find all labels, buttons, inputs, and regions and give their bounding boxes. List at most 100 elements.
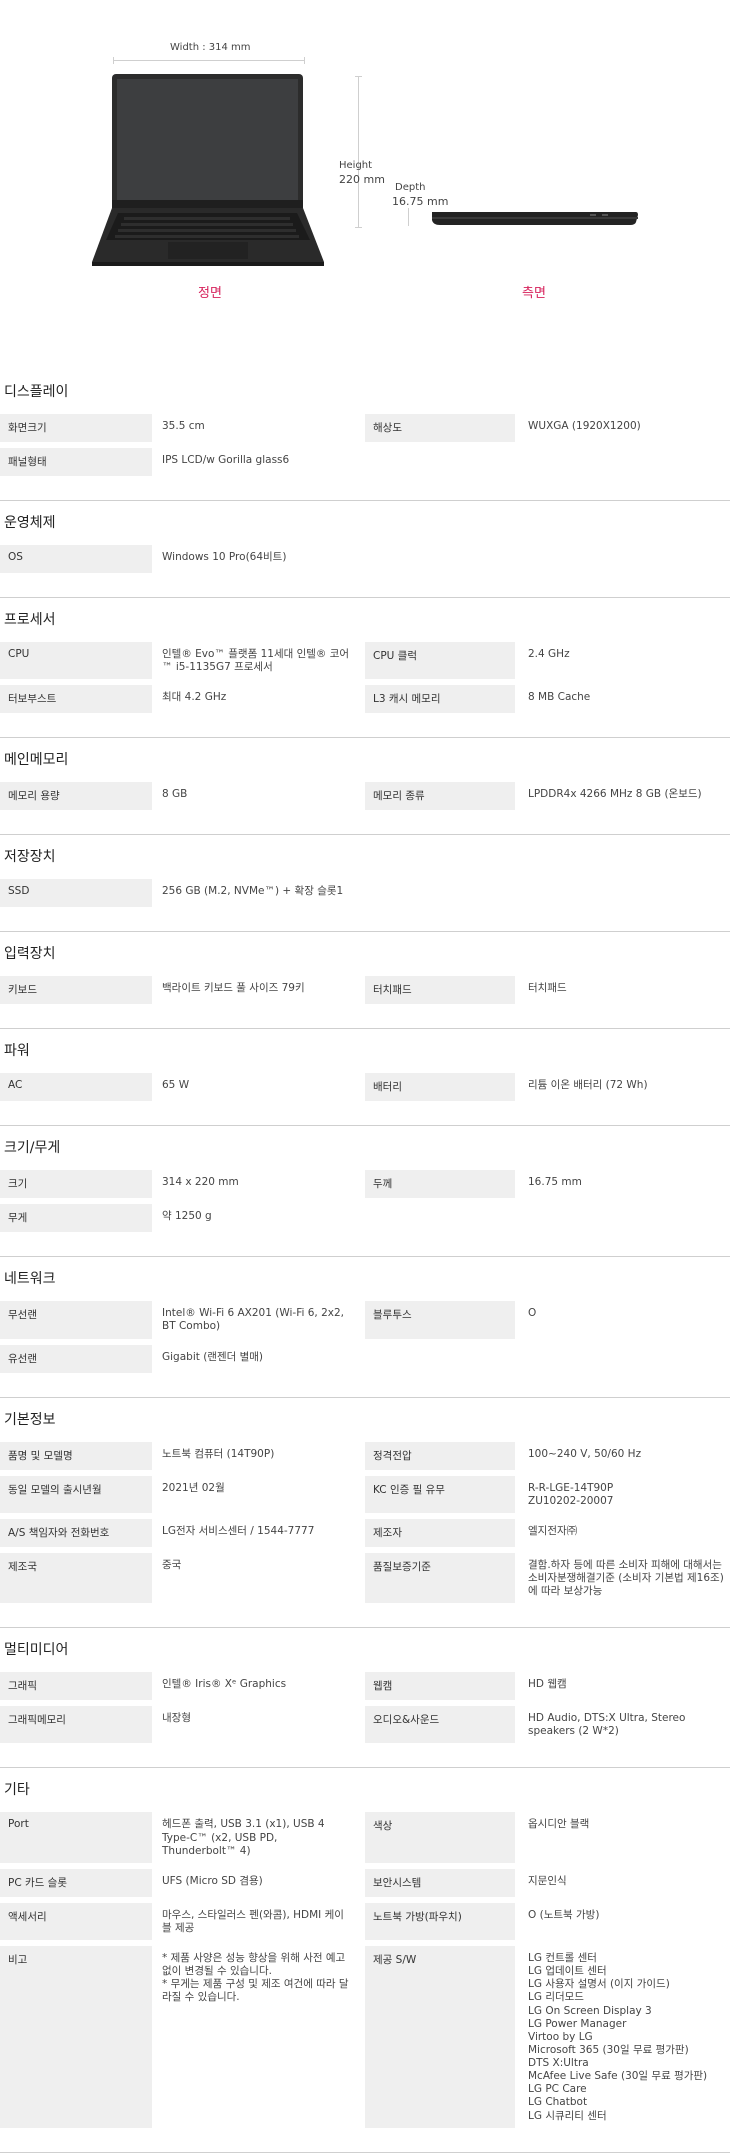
spec-row: 터보부스트 최대 4.2 GHz L3 캐시 메모리 8 MB Cache bbox=[0, 685, 730, 714]
laptop-front-image bbox=[92, 74, 324, 266]
section-title: 메인메모리 bbox=[4, 752, 69, 769]
spec-label: 액세서리 bbox=[0, 1902, 152, 1940]
section-title: 기본정보 bbox=[4, 1411, 56, 1428]
spec-label: 배터리 bbox=[365, 1073, 515, 1102]
spec-table: 디스플레이화면크기 35.5 cm 해상도 WUXGA (1920X1200) 패널형태… bbox=[0, 370, 730, 2153]
section-title: 프로세서 bbox=[4, 612, 56, 628]
spec-item: AC 65 W bbox=[0, 1073, 365, 1102]
spec-value: HD 웹캠 bbox=[528, 1678, 567, 1691]
spec-label: PC 카드 슬롯 bbox=[0, 1868, 152, 1897]
spec-label: 품질보증기준 bbox=[365, 1552, 515, 1604]
spec-label: 해상도 bbox=[365, 414, 515, 442]
spec-value: 100~240 V, 50/60 Hz bbox=[528, 1447, 642, 1460]
spec-value: 2021년 02월 bbox=[162, 1481, 225, 1494]
section-title: 디스플레이 bbox=[4, 384, 69, 400]
spec-item: 터보부스트 최대 4.2 GHz bbox=[0, 685, 365, 714]
spec-label: 제조자 bbox=[365, 1518, 515, 1547]
spec-value: O bbox=[528, 1307, 537, 1320]
spec-item: 터치패드 터치패드 bbox=[365, 976, 730, 1005]
spec-label: OS bbox=[0, 545, 152, 573]
spec-item: 그래픽메모리 내장형 bbox=[0, 1706, 365, 1744]
spec-item: L3 캐시 메모리 8 MB Cache bbox=[365, 685, 730, 714]
spec-value: 엘지전자㈜ bbox=[528, 1524, 578, 1537]
spec-value: R-R-LGE-14T90P ZU10202-20007 bbox=[528, 1481, 614, 1507]
spec-item: 배터리 리튬 이온 배터리 (72 Wh) bbox=[365, 1073, 730, 1102]
section-title: 파워 bbox=[4, 1043, 30, 1060]
spec-label: 무게 bbox=[0, 1204, 152, 1233]
side-view-label: 측면 bbox=[522, 286, 546, 301]
height-dimension-line bbox=[358, 76, 359, 228]
spec-value: UFS (Micro SD 겸용) bbox=[162, 1874, 263, 1887]
depth-dimension-line bbox=[408, 208, 409, 226]
spec-label: 화면크기 bbox=[0, 414, 152, 442]
spec-item: 메모리 용량 8 GB bbox=[0, 782, 365, 811]
spec-label: CPU bbox=[0, 642, 152, 680]
spec-value: LPDDR4x 4266 MHz 8 GB (온보드) bbox=[528, 788, 702, 801]
spec-item: 해상도 WUXGA (1920X1200) bbox=[365, 414, 730, 442]
spec-label: 무선랜 bbox=[0, 1301, 152, 1339]
section-title: 멀티미디어 bbox=[4, 1642, 69, 1659]
spec-item: 그래픽 인텔® Iris® Xᵉ Graphics bbox=[0, 1672, 365, 1701]
spec-section: 디스플레이화면크기 35.5 cm 해상도 WUXGA (1920X1200) 패널형태… bbox=[0, 370, 730, 501]
spec-row: 그래픽메모리 내장형 오디오&사운드 HD Audio, DTS:X Ultra, S… bbox=[0, 1706, 730, 1744]
spec-item: 무게 약 1250 g bbox=[0, 1204, 365, 1233]
spec-row: SSD 256 GB (M.2, NVMe™) + 확장 슬롯1 bbox=[0, 879, 730, 908]
spec-item: 액세서리 마우스, 스타일러스 펜(와콤), HDMI 케이블 제공 bbox=[0, 1902, 365, 1940]
spec-label: 메모리 용량 bbox=[0, 782, 152, 811]
spec-item: KC 인증 필 유무 R-R-LGE-14T90P ZU10202-20007 bbox=[365, 1475, 730, 1513]
spec-row: 패널형태 IPS LCD/w Gorilla glass6 bbox=[0, 448, 730, 476]
spec-value: WUXGA (1920X1200) bbox=[528, 420, 641, 432]
spec-item: 웹캠 HD 웹캠 bbox=[365, 1672, 730, 1701]
spec-label: 터보부스트 bbox=[0, 685, 152, 714]
spec-value: 터치패드 bbox=[528, 982, 567, 995]
spec-label: 제공 S/W bbox=[365, 1946, 515, 2128]
spec-label: 블루투스 bbox=[365, 1301, 515, 1339]
spec-section: 기타 Port 헤드폰 출력, USB 3.1 (x1), USB 4 Type-C… bbox=[0, 1768, 730, 2153]
spec-label: L3 캐시 메모리 bbox=[365, 685, 515, 714]
front-view-label: 정면 bbox=[198, 286, 222, 301]
spec-item: 메모리 종류 LPDDR4x 4266 MHz 8 GB (온보드) bbox=[365, 782, 730, 811]
spec-label: 오디오&사운드 bbox=[365, 1706, 515, 1744]
spec-section: 크기/무게 크기 314 x 220 mm 두께 16.75 mm 무게 약 1250 g bbox=[0, 1126, 730, 1258]
spec-row: 동일 모델의 출시년월 2021년 02월 KC 인증 필 유무 R-R-LGE-14… bbox=[0, 1475, 730, 1513]
spec-row: 무선랜 Intel® Wi-Fi 6 AX201 (Wi-Fi 6, 2x2, B… bbox=[0, 1301, 730, 1339]
spec-item: CPU 인텔® Evo™ 플랫폼 11세대 인텔® 코어™ i5-1135G7 프… bbox=[0, 642, 365, 680]
spec-item: 동일 모델의 출시년월 2021년 02월 bbox=[0, 1475, 365, 1513]
laptop-side-image bbox=[432, 212, 638, 225]
spec-label: 패널형태 bbox=[0, 448, 152, 476]
spec-section: 입력장치 키보드 백라이트 키보드 풀 사이즈 79키 터치패드 터치패드 bbox=[0, 932, 730, 1030]
spec-value: 35.5 cm bbox=[162, 420, 205, 432]
spec-label: 그래픽메모리 bbox=[0, 1706, 152, 1744]
spec-item: 비고 * 제품 사양은 성능 향상을 위해 사전 예고없이 변경될 수 있습니다.… bbox=[0, 1946, 365, 2128]
spec-item: 패널형태 IPS LCD/w Gorilla glass6 bbox=[0, 448, 365, 476]
spec-item: OS Windows 10 Pro(64비트) bbox=[0, 545, 365, 573]
spec-label: 보안시스템 bbox=[365, 1868, 515, 1897]
spec-value: IPS LCD/w Gorilla glass6 bbox=[162, 454, 290, 466]
spec-label: CPU 클럭 bbox=[365, 642, 515, 680]
spec-item: 유선랜 Gigabit (랜젠더 별매) bbox=[0, 1344, 365, 1373]
spec-label: 그래픽 bbox=[0, 1672, 152, 1701]
dimension-illustration: Width : 314 mm Height 220 mm Depth 16.75… bbox=[0, 0, 730, 330]
spec-row: 키보드 백라이트 키보드 풀 사이즈 79키 터치패드 터치패드 bbox=[0, 976, 730, 1005]
spec-value: 256 GB (M.2, NVMe™) + 확장 슬롯1 bbox=[162, 885, 344, 898]
spec-item: 화면크기 35.5 cm bbox=[0, 414, 365, 442]
spec-label: 노트북 가방(파우치) bbox=[365, 1902, 515, 1940]
spec-item: 제조국 중국 bbox=[0, 1552, 365, 1604]
spec-row: 품명 및 모델명 노트북 컴퓨터 (14T90P) 정격전압 100~240 V, 5… bbox=[0, 1441, 730, 1470]
width-dimension-line bbox=[113, 60, 305, 61]
spec-label: 비고 bbox=[0, 1946, 152, 2128]
spec-value: 65 W bbox=[162, 1079, 190, 1092]
spec-row: 메모리 용량 8 GB 메모리 종류 LPDDR4x 4266 MHz 8 GB (온… bbox=[0, 782, 730, 811]
spec-item: 제공 S/W LG 컨트롤 센터 LG 업데이트 센터 LG 사용자 설명서 (이… bbox=[365, 1946, 730, 2128]
spec-value: 16.75 mm bbox=[528, 1176, 582, 1189]
spec-value: 약 1250 g bbox=[162, 1210, 212, 1223]
spec-value: Intel® Wi-Fi 6 AX201 (Wi-Fi 6, 2x2, BT C… bbox=[162, 1307, 344, 1333]
section-title: 네트워크 bbox=[4, 1271, 56, 1288]
spec-section: 프로세서 CPU 인텔® Evo™ 플랫폼 11세대 인텔® 코어™ i5-1135… bbox=[0, 598, 730, 739]
spec-label: 품명 및 모델명 bbox=[0, 1441, 152, 1470]
spec-label: 정격전압 bbox=[365, 1441, 515, 1470]
spec-section: 파워 AC 65 W 배터리 리튬 이온 배터리 (72 Wh) bbox=[0, 1029, 730, 1127]
spec-row: 그래픽 인텔® Iris® Xᵉ Graphics 웹캠 HD 웹캠 bbox=[0, 1672, 730, 1701]
spec-label: 제조국 bbox=[0, 1552, 152, 1604]
spec-row: 액세서리 마우스, 스타일러스 펜(와콤), HDMI 케이블 제공 노트북 가방(… bbox=[0, 1902, 730, 1940]
